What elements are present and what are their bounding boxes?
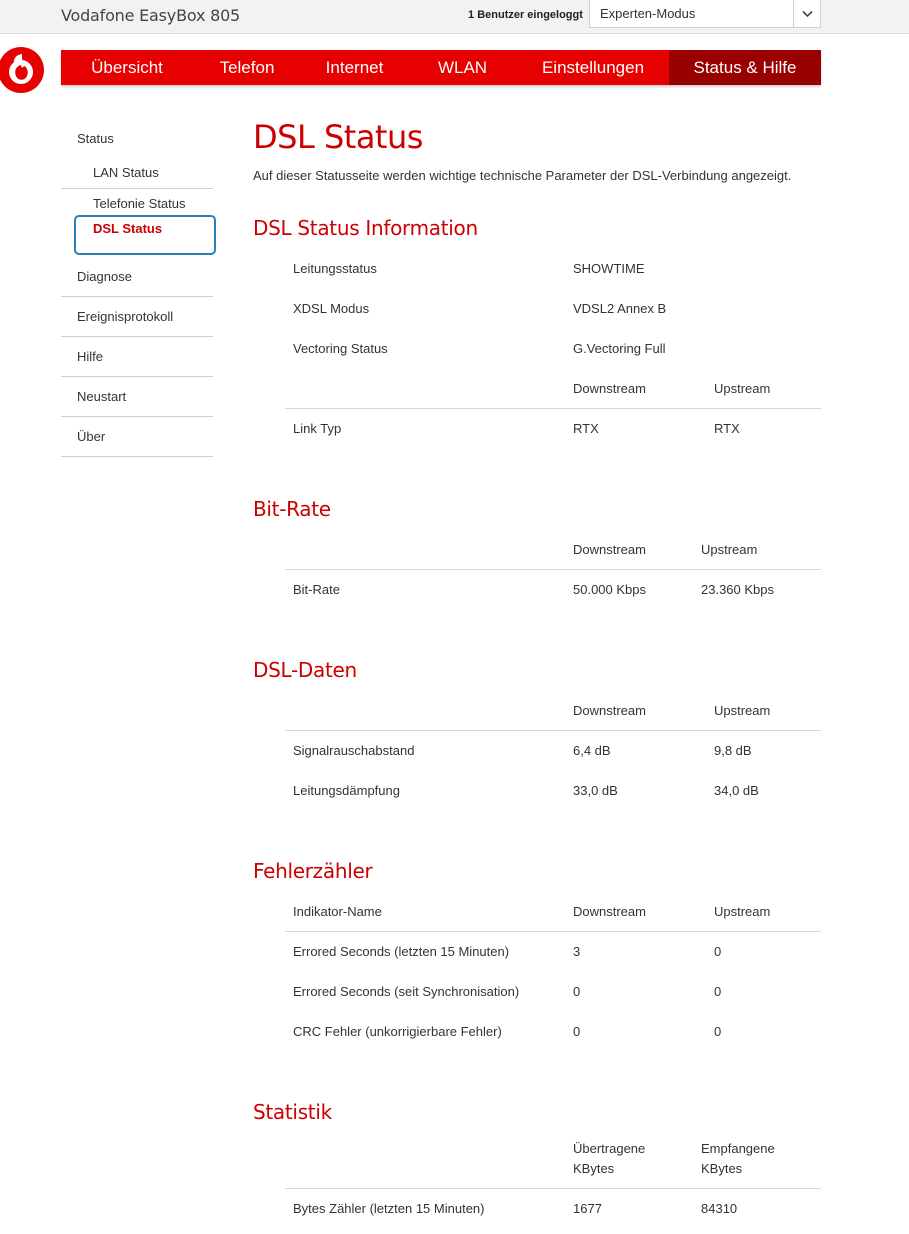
sidebar-item-neustart[interactable]: Neustart	[61, 377, 213, 417]
table-row: Errored Seconds (seit Synchronisation) 0…	[285, 972, 821, 1012]
row-upstream: 0	[714, 984, 722, 999]
row-value: SHOWTIME	[573, 261, 645, 276]
section-title-errors: Fehlerzähler	[253, 859, 373, 883]
main-content: DSL Status Auf dieser Statusseite werden…	[253, 118, 821, 1216]
focus-ring	[74, 215, 216, 255]
row-value: G.Vectoring Full	[573, 341, 666, 356]
logged-in-users: 1 Benutzer eingeloggt	[468, 9, 583, 21]
row-sent: 1677	[573, 1201, 602, 1216]
dsldata-table: Downstream Upstream Signalrauschabstand …	[285, 691, 821, 811]
table-row: Bit-Rate 50.000 Kbps 23.360 Kbps	[285, 570, 821, 610]
row-label: Bit-Rate	[293, 582, 340, 597]
sidebar-item-dsl-status[interactable]: DSL Status	[61, 215, 216, 257]
table-row: Bytes Zähler (letzten 15 Minuten) 1677 8…	[285, 1189, 821, 1229]
row-label: Bytes Zähler (letzten 15 Minuten)	[293, 1201, 485, 1216]
mode-select[interactable]: Experten-Modus	[589, 0, 821, 28]
row-downstream: 3	[573, 944, 581, 959]
row-value: VDSL2 Annex B	[573, 301, 667, 316]
tab-internet[interactable]: Internet	[301, 50, 408, 85]
table-row: Leitungsstatus SHOWTIME	[285, 249, 821, 289]
sidebar-item-diagnose[interactable]: Diagnose	[61, 257, 213, 297]
sidebar-item-lan-status[interactable]: LAN Status	[61, 156, 213, 189]
col-indicator-name: Indikator-Name	[293, 904, 382, 919]
mode-select-value: Experten-Modus	[600, 6, 696, 21]
col-downstream: Downstream	[573, 542, 646, 557]
col-upstream: Upstream	[701, 542, 758, 557]
table-header-row: Downstream Upstream	[285, 530, 821, 570]
errors-table: Indikator-Name Downstream Upstream Error…	[285, 892, 821, 1052]
page-title: DSL Status	[253, 118, 423, 156]
table-header-row: Downstream Upstream	[285, 691, 821, 731]
row-downstream: 50.000 Kbps	[573, 582, 647, 597]
tab-einstellungen[interactable]: Einstellungen	[517, 50, 669, 85]
row-label: Errored Seconds (letzten 15 Minuten)	[293, 944, 510, 959]
section-title-stats: Statistik	[253, 1100, 332, 1124]
vodafone-logo[interactable]	[0, 46, 45, 94]
sidebar-item-hilfe[interactable]: Hilfe	[61, 337, 213, 377]
col-upstream: Upstream	[714, 703, 771, 718]
row-downstream: 0	[573, 984, 581, 999]
table-row: Errored Seconds (letzten 15 Minuten) 3 0	[285, 932, 821, 972]
row-downstream: 0	[573, 1024, 581, 1039]
tab-status-hilfe[interactable]: Status & Hilfe	[669, 50, 821, 85]
table-row: Link Typ RTX RTX	[285, 409, 821, 449]
row-downstream: 33,0 dB	[573, 783, 618, 798]
sidebar-item-status[interactable]: Status	[61, 118, 213, 156]
top-bar: Vodafone EasyBox 805 1 Benutzer eingelog…	[0, 0, 909, 34]
table-row: CRC Fehler (unkorrigierbare Fehler) 0 0	[285, 1012, 821, 1052]
row-label: Leitungsstatus	[293, 261, 377, 276]
row-received: 84310	[701, 1201, 738, 1216]
tab-uebersicht[interactable]: Übersicht	[61, 50, 193, 85]
table-row: XDSL Modus VDSL2 Annex B	[285, 289, 821, 329]
tab-telefon[interactable]: Telefon	[193, 50, 301, 85]
bitrate-table: Downstream Upstream Bit-Rate 50.000 Kbps…	[285, 530, 821, 610]
row-label: Errored Seconds (seit Synchronisation)	[293, 984, 520, 999]
users-count: 1	[468, 9, 475, 21]
col-upstream: Upstream	[714, 381, 771, 396]
row-downstream: 6,4 dB	[573, 743, 611, 758]
tab-wlan[interactable]: WLAN	[408, 50, 517, 85]
row-label: XDSL Modus	[293, 301, 370, 316]
col-sent-kbytes: Übertragene KBytes	[573, 1141, 646, 1176]
table-row: Signalrauschabstand 6,4 dB 9,8 dB	[285, 731, 821, 771]
table-row: Vectoring Status G.Vectoring Full	[285, 329, 821, 369]
section-title-info: DSL Status Information	[253, 216, 478, 240]
row-upstream: RTX	[714, 421, 740, 436]
col-upstream: Upstream	[714, 904, 771, 919]
table-header-row: Indikator-Name Downstream Upstream	[285, 892, 821, 932]
page-intro: Auf dieser Statusseite werden wichtige t…	[253, 168, 792, 183]
row-upstream: 0	[714, 944, 722, 959]
info-table: Leitungsstatus SHOWTIME XDSL Modus VDSL2…	[285, 249, 821, 449]
table-header-row: Downstream Upstream	[285, 369, 821, 409]
row-label: CRC Fehler (unkorrigierbare Fehler)	[293, 1024, 502, 1039]
sidebar-item-ereignisprotokoll[interactable]: Ereignisprotokoll	[61, 297, 213, 337]
col-downstream: Downstream	[573, 703, 646, 718]
row-downstream: RTX	[573, 421, 599, 436]
col-downstream: Downstream	[573, 381, 646, 396]
row-upstream: 34,0 dB	[714, 783, 759, 798]
device-title: Vodafone EasyBox 805	[61, 6, 241, 25]
section-title-dsldata: DSL-Daten	[253, 658, 357, 682]
row-upstream: 23.360 Kbps	[701, 582, 775, 597]
row-upstream: 0	[714, 1024, 722, 1039]
row-label: Leitungsdämpfung	[293, 783, 400, 798]
sidebar: Status LAN Status Telefonie Status DSL S…	[61, 118, 216, 457]
table-row: Leitungsdämpfung 33,0 dB 34,0 dB	[285, 771, 821, 811]
row-label: Vectoring Status	[293, 341, 388, 356]
main-nav: Übersicht Telefon Internet WLAN Einstell…	[61, 50, 821, 85]
table-header-row: Übertragene KBytes Empfangene KBytes	[285, 1133, 821, 1189]
sidebar-item-telefonie-status[interactable]: Telefonie Status	[61, 189, 213, 217]
sidebar-item-ueber[interactable]: Über	[61, 417, 213, 457]
row-label: Signalrauschabstand	[293, 743, 415, 758]
col-downstream: Downstream	[573, 904, 646, 919]
stats-table: Übertragene KBytes Empfangene KBytes Byt…	[285, 1133, 821, 1229]
col-received-kbytes: Empfangene KBytes	[701, 1141, 775, 1176]
row-upstream: 9,8 dB	[714, 743, 752, 758]
row-label: Link Typ	[293, 421, 342, 436]
chevron-down-icon[interactable]	[793, 0, 820, 27]
section-title-bitrate: Bit-Rate	[253, 497, 331, 521]
users-text: Benutzer eingeloggt	[477, 9, 583, 21]
